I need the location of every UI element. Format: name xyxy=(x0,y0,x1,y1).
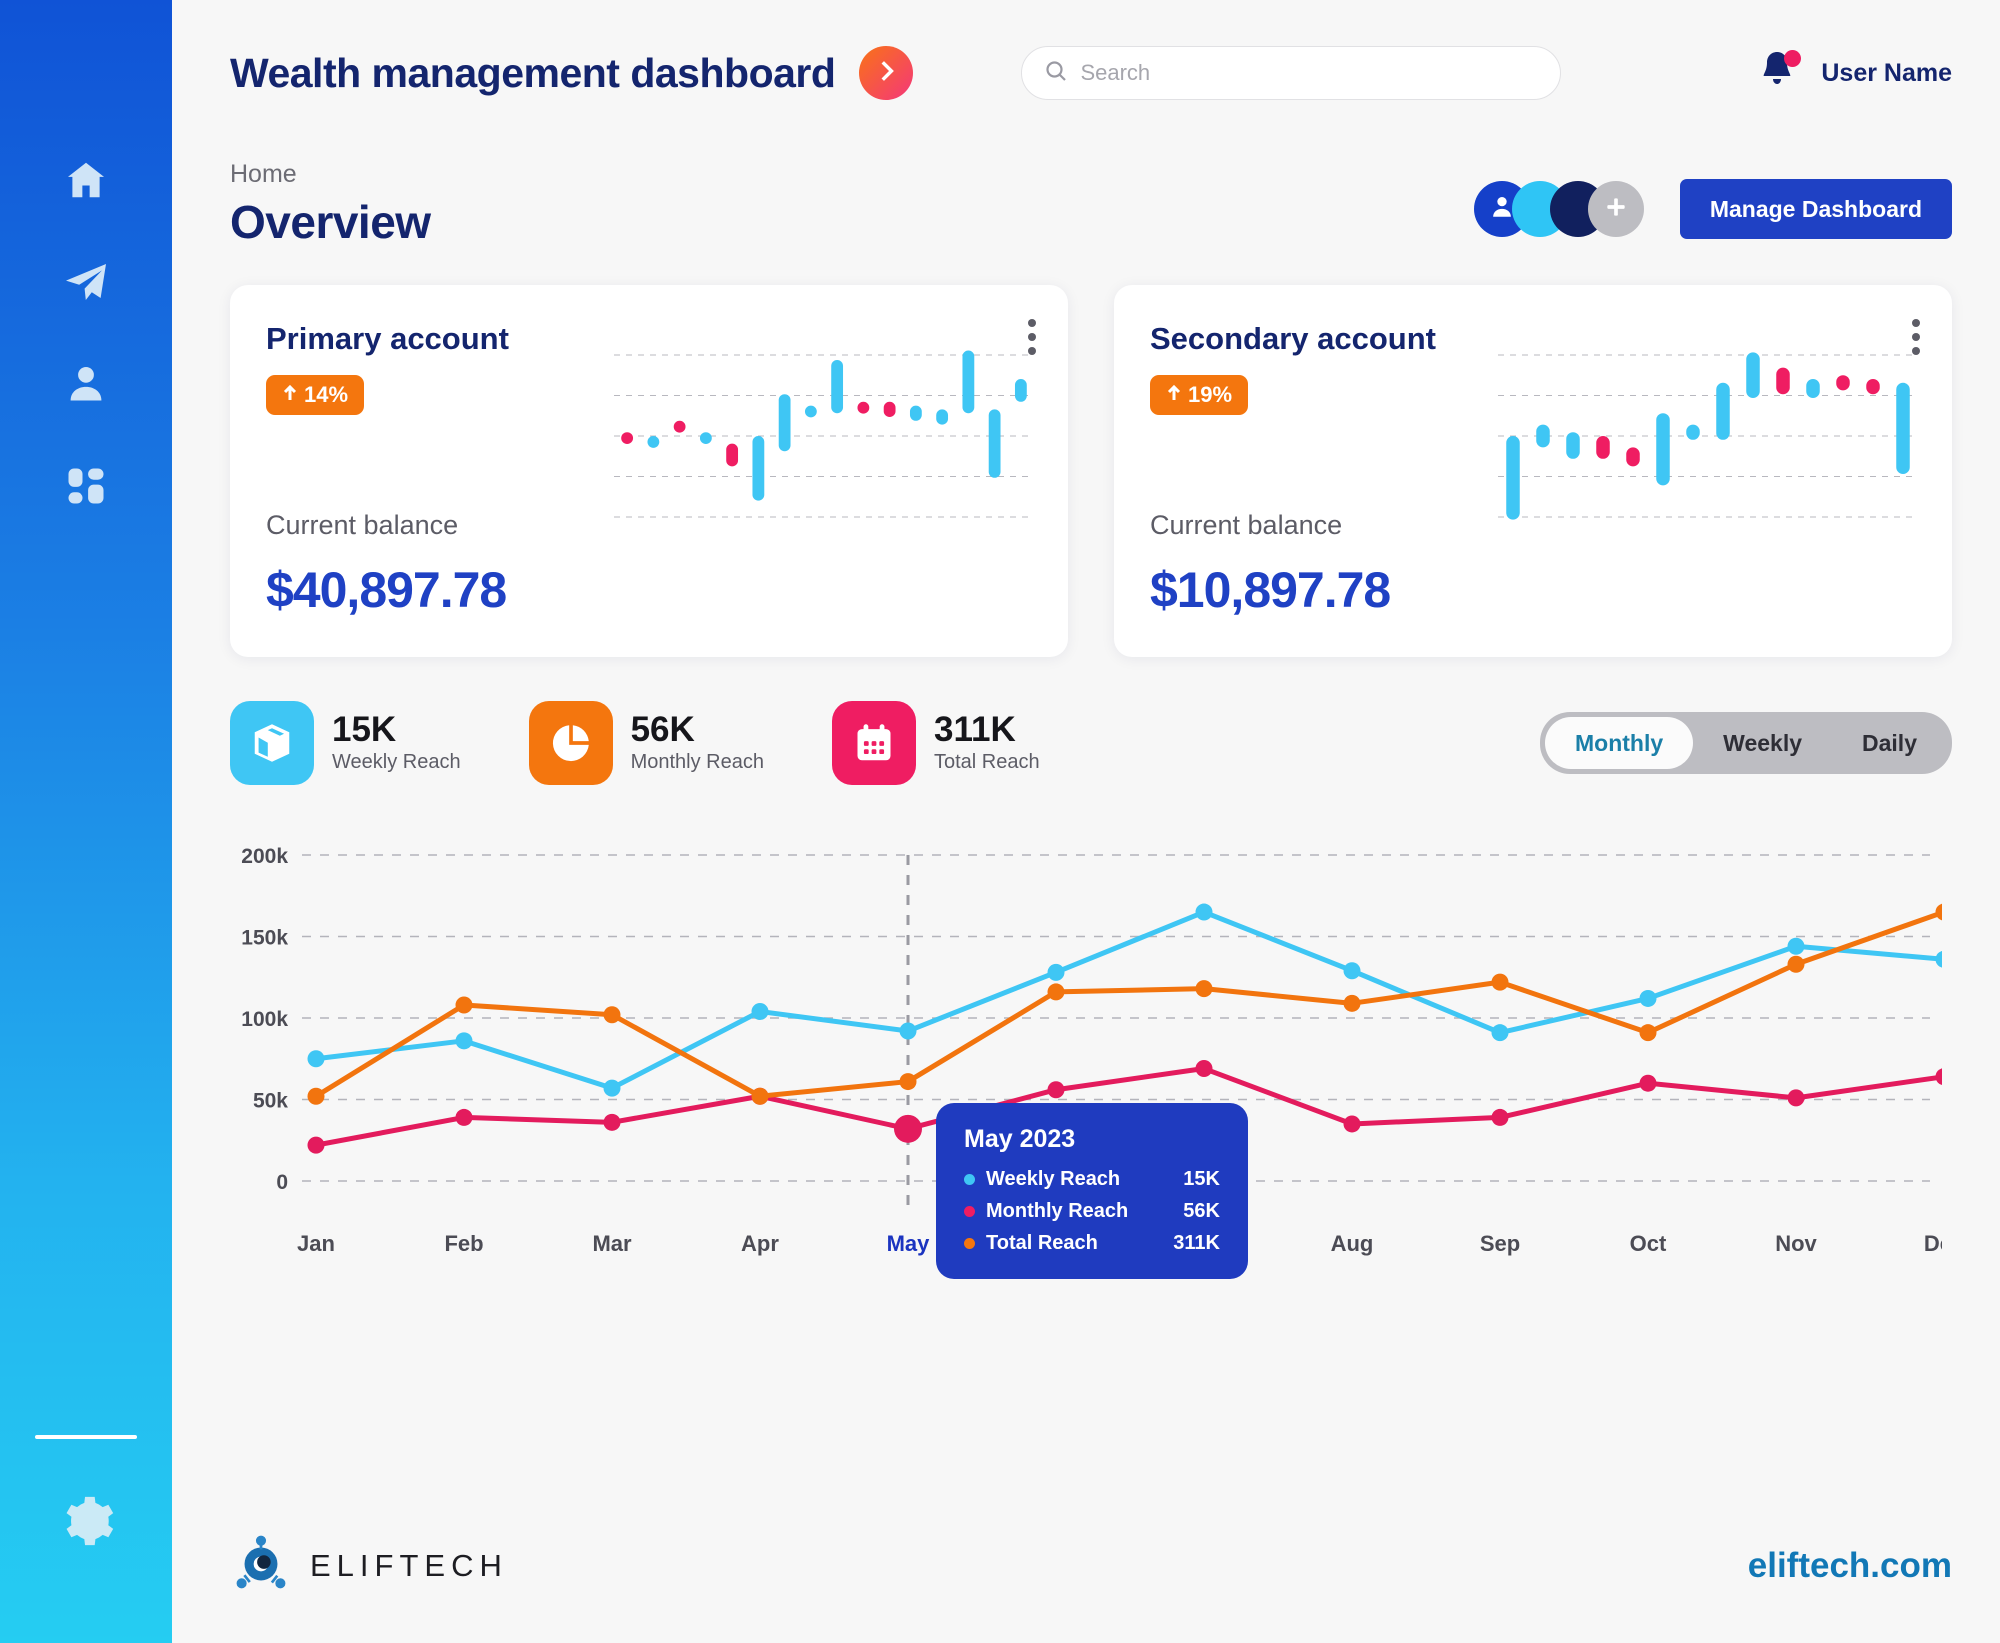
stat-value: 15K xyxy=(332,710,397,750)
search-input[interactable] xyxy=(1080,60,1539,86)
avatar-group[interactable] xyxy=(1473,181,1644,237)
svg-text:200k: 200k xyxy=(241,845,288,868)
sidebar-item-dashboard[interactable] xyxy=(54,456,118,520)
top-bar: Wealth management dashboard User Name xyxy=(230,0,1952,146)
status-badge: 19% xyxy=(1150,375,1249,415)
stat-value: 56K xyxy=(630,710,695,750)
page-header-actions: Manage Dashboard xyxy=(1473,179,1952,249)
stat-weekly-reach: 15K Weekly Reach xyxy=(230,701,461,785)
app-title: Wealth management dashboard xyxy=(230,49,836,96)
arrow-up-icon xyxy=(282,382,298,408)
chevron-right-icon xyxy=(873,58,899,89)
title-arrow-button[interactable] xyxy=(859,46,914,100)
svg-text:0: 0 xyxy=(276,1171,288,1194)
sidebar-divider xyxy=(35,1435,137,1439)
user-menu[interactable]: User Name xyxy=(1757,48,1952,98)
tooltip-label: Total Reach xyxy=(986,1232,1098,1254)
calendar-icon xyxy=(831,701,916,785)
secondary-account-card: Secondary account 19% Current balance $1… xyxy=(1114,285,1952,657)
stat-label: Monthly Reach xyxy=(630,750,764,773)
balance-label: Current balance xyxy=(266,510,459,540)
stat-value: 311K xyxy=(933,710,1016,750)
svg-text:Sep: Sep xyxy=(1480,1231,1520,1256)
sidebar xyxy=(0,0,172,1643)
user-icon xyxy=(64,362,108,411)
site-url[interactable]: eliftech.com xyxy=(1748,1546,1952,1586)
stat-label: Total Reach xyxy=(933,750,1040,773)
breadcrumb[interactable]: Home xyxy=(230,160,431,189)
svg-text:Apr: Apr xyxy=(741,1231,779,1256)
add-member-button[interactable] xyxy=(1587,181,1644,237)
primary-account-card: Primary account 14% Current balance $40,… xyxy=(230,285,1068,657)
stat-total-reach: 311K Total Reach xyxy=(831,701,1040,785)
tooltip-value: 56K xyxy=(1183,1200,1220,1222)
svg-text:Nov: Nov xyxy=(1775,1231,1817,1256)
tooltip-row: Total Reach 311K xyxy=(964,1232,1220,1255)
manage-dashboard-button[interactable]: Manage Dashboard xyxy=(1679,179,1952,239)
account-cards: Primary account 14% Current balance $40,… xyxy=(230,285,1952,657)
gear-icon xyxy=(57,1492,115,1555)
stat-monthly-reach: 56K Monthly Reach xyxy=(528,701,764,785)
series-color-dot xyxy=(964,1238,975,1249)
tooltip-label: Monthly Reach xyxy=(986,1200,1129,1222)
svg-text:150k: 150k xyxy=(241,927,288,950)
period-toggle: Monthly Weekly Daily xyxy=(1540,712,1952,774)
stat-label: Weekly Reach xyxy=(332,750,461,773)
paper-plane-icon xyxy=(62,258,110,311)
badge-value: 14% xyxy=(304,382,349,407)
dashboard-root: Wealth management dashboard User Name xyxy=(0,0,2000,1643)
svg-text:Jan: Jan xyxy=(297,1231,335,1256)
arrow-up-icon xyxy=(1166,382,1182,408)
chart-tooltip: May 2023 Weekly Reach 15K Monthly Reach … xyxy=(936,1103,1248,1279)
logo-text: ELIFTECH xyxy=(310,1547,508,1583)
pie-chart-icon xyxy=(528,701,613,785)
tooltip-label: Weekly Reach xyxy=(986,1168,1121,1190)
eliftech-atom-icon xyxy=(230,1532,292,1599)
main-content: Wealth management dashboard User Name xyxy=(172,0,2000,1643)
sidebar-item-send[interactable] xyxy=(54,252,118,316)
sidebar-item-settings[interactable] xyxy=(54,1491,118,1555)
sidebar-item-profile[interactable] xyxy=(54,354,118,418)
period-option-weekly[interactable]: Weekly xyxy=(1693,717,1832,769)
user-name-label: User Name xyxy=(1821,58,1952,87)
candlestick-chart xyxy=(1498,352,1918,520)
box-icon xyxy=(230,701,314,785)
svg-text:Feb: Feb xyxy=(444,1231,483,1256)
series-color-dot xyxy=(964,1174,975,1185)
svg-text:50k: 50k xyxy=(253,1090,288,1113)
balance-value: $10,897.78 xyxy=(1150,562,1391,618)
badge-value: 19% xyxy=(1188,382,1233,407)
plus-icon xyxy=(1603,194,1629,225)
home-icon xyxy=(63,157,109,208)
tooltip-row: Weekly Reach 15K xyxy=(964,1168,1220,1191)
stats-row: 15K Weekly Reach 56K Monthly Reach 311K … xyxy=(230,701,1952,785)
page-title: Overview xyxy=(230,196,431,248)
bell-icon[interactable] xyxy=(1757,48,1803,98)
search-icon xyxy=(1044,59,1068,88)
candlestick-chart xyxy=(614,350,1034,518)
svg-text:May: May xyxy=(887,1231,931,1256)
tooltip-value: 15K xyxy=(1183,1168,1220,1190)
tooltip-value: 311K xyxy=(1173,1232,1220,1254)
period-option-daily[interactable]: Daily xyxy=(1832,717,1947,769)
tooltip-row: Monthly Reach 56K xyxy=(964,1200,1220,1223)
status-badge: 14% xyxy=(266,375,365,415)
svg-text:Oct: Oct xyxy=(1630,1231,1667,1256)
balance-label: Current balance xyxy=(1150,510,1343,540)
svg-text:Mar: Mar xyxy=(592,1231,632,1256)
search-bar[interactable] xyxy=(1021,46,1562,100)
sidebar-item-home[interactable] xyxy=(54,150,118,214)
grid-icon xyxy=(65,465,107,512)
page-header: Home Overview Manage Dashboard xyxy=(230,160,1952,249)
tooltip-title: May 2023 xyxy=(964,1125,1076,1153)
notification-dot xyxy=(1784,50,1802,67)
period-option-monthly[interactable]: Monthly xyxy=(1545,717,1694,769)
balance-value: $40,897.78 xyxy=(266,562,507,618)
svg-text:Dec: Dec xyxy=(1924,1231,1942,1256)
series-color-dot xyxy=(964,1206,975,1217)
svg-text:100k: 100k xyxy=(241,1008,288,1031)
svg-text:Aug: Aug xyxy=(1331,1231,1374,1256)
footer: ELIFTECH eliftech.com xyxy=(230,1532,1952,1599)
